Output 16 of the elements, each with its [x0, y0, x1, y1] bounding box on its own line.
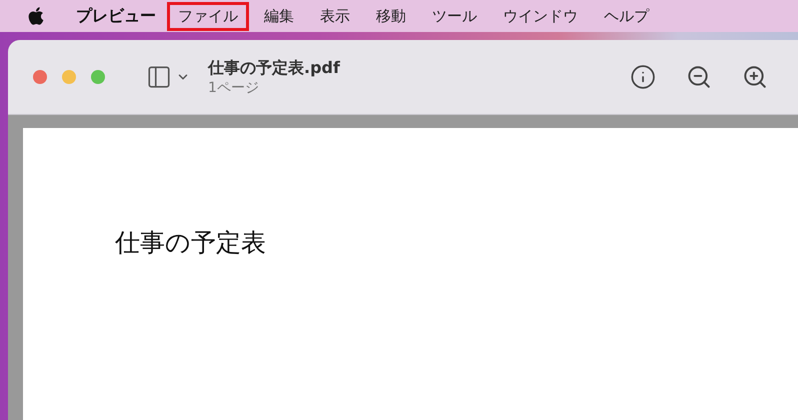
menu-item[interactable]: 編集: [256, 4, 302, 28]
window-title: 仕事の予定表.pdf: [208, 58, 340, 78]
menu-item[interactable]: ヘルプ: [596, 4, 657, 28]
apple-logo-icon[interactable]: [26, 6, 46, 26]
app-name-menu[interactable]: プレビュー: [76, 6, 156, 26]
sidebar-icon[interactable]: [146, 64, 172, 90]
menu-item[interactable]: ウインドウ: [495, 4, 586, 28]
menu-item[interactable]: ツール: [424, 4, 485, 28]
info-icon[interactable]: [630, 64, 656, 90]
zoom-in-icon[interactable]: [742, 64, 768, 90]
menu-item[interactable]: ファイル: [170, 4, 246, 28]
document-heading: 仕事の予定表: [115, 228, 266, 257]
page-count: 1ページ: [208, 78, 260, 96]
menu-item[interactable]: 移動: [368, 4, 414, 28]
zoom-out-icon[interactable]: [686, 64, 712, 90]
menu-item[interactable]: 表示: [312, 4, 358, 28]
